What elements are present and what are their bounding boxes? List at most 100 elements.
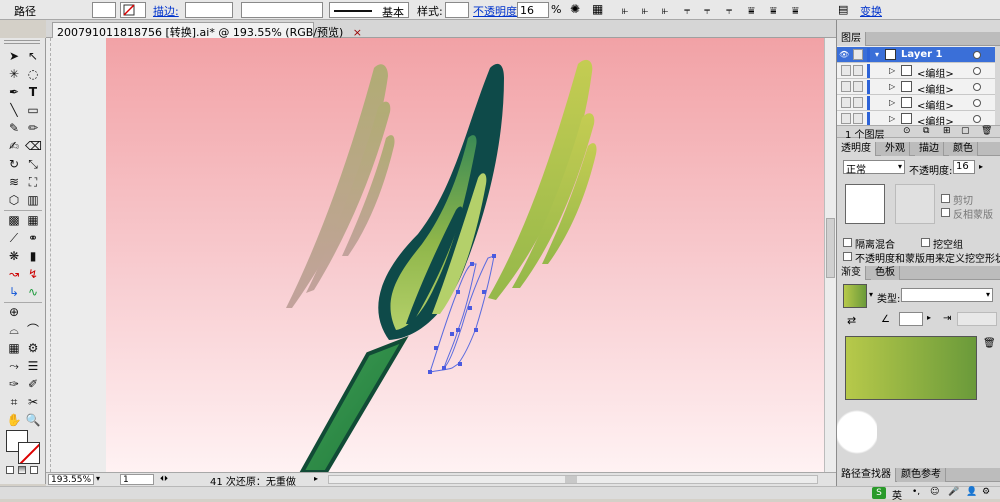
- leaf-left[interactable]: [286, 64, 395, 308]
- visibility-toggle[interactable]: [841, 65, 851, 76]
- wave-tool-icon[interactable]: ∿: [25, 284, 41, 300]
- expand-triangle-icon[interactable]: ▾: [875, 50, 879, 59]
- status-menu-icon[interactable]: ▸: [314, 474, 318, 483]
- graphic-style-dropdown[interactable]: [445, 2, 469, 18]
- target-circle-icon[interactable]: [973, 51, 981, 59]
- lock-toggle[interactable]: [853, 81, 863, 92]
- distribute-bottom-icon[interactable]: ⩸: [792, 4, 799, 18]
- clip-checkbox[interactable]: [941, 194, 950, 203]
- eyedropper-tool-icon[interactable]: ⟋: [6, 230, 22, 246]
- align-right-icon[interactable]: ⫦: [662, 4, 668, 18]
- magic-wand-tool-icon[interactable]: ✳: [6, 66, 22, 82]
- pencil-tool-icon[interactable]: ✏: [25, 120, 41, 136]
- gradient-preview-dropdown-icon[interactable]: ▾: [869, 290, 873, 299]
- artboard-tool-icon[interactable]: ↝: [6, 266, 22, 282]
- stem[interactable]: [299, 336, 409, 472]
- crop-tool-icon[interactable]: ⌗: [6, 394, 22, 410]
- tab-color[interactable]: 颜色: [949, 142, 978, 156]
- mesh-tool-icon[interactable]: ▩: [6, 212, 22, 228]
- object-thumbnail[interactable]: [845, 184, 885, 224]
- visibility-eye-icon[interactable]: 👁: [839, 50, 849, 59]
- ime-language-label[interactable]: 英: [892, 487, 902, 502]
- knockout-group-checkbox[interactable]: [921, 238, 930, 247]
- artboard[interactable]: [106, 38, 824, 472]
- tab-stroke[interactable]: 描边: [915, 142, 944, 156]
- stroke-weight-field[interactable]: [185, 2, 233, 18]
- envelope-tool-icon[interactable]: ⌓: [6, 322, 22, 338]
- leaf-center[interactable]: [378, 63, 504, 340]
- lock-toggle[interactable]: [853, 65, 863, 76]
- line-tool-icon[interactable]: ╲: [6, 102, 22, 118]
- layer-row-group-2[interactable]: ▷ <编组>: [837, 79, 995, 96]
- tab-color-guide[interactable]: 颜色参考: [897, 468, 946, 482]
- gradient-type-dropdown[interactable]: ▾: [901, 288, 993, 302]
- layer-row-layer1[interactable]: 👁 ▾ Layer 1: [837, 47, 995, 63]
- ime-punct-icon[interactable]: •,: [912, 487, 920, 497]
- blend-mode-dropdown[interactable]: 正常 ▾: [843, 160, 905, 176]
- vertical-scroll-thumb[interactable]: [826, 218, 835, 278]
- stroke-color-swatch[interactable]: [120, 2, 146, 18]
- tab-appearance[interactable]: 外观: [881, 142, 910, 156]
- ime-menu-icon[interactable]: ⚙: [982, 487, 990, 497]
- layer-row-group-1[interactable]: ▷ <编组>: [837, 63, 995, 80]
- invert-mask-checkbox[interactable]: [941, 208, 950, 217]
- shape-builder-tool-icon[interactable]: ⬡: [6, 192, 22, 208]
- gradient-aspect-input[interactable]: [957, 312, 997, 326]
- transparency-opacity-input[interactable]: 16: [953, 160, 975, 174]
- new-sublayer-icon[interactable]: ⊞: [943, 126, 951, 136]
- vertical-scrollbar[interactable]: [824, 38, 836, 472]
- zoom-tool-icon[interactable]: 🔍: [25, 412, 41, 428]
- hand-path-tool-icon[interactable]: ↳: [6, 284, 22, 300]
- pen-tool-icon[interactable]: ✒: [6, 84, 22, 100]
- gradient-preview-swatch[interactable]: [843, 284, 867, 308]
- wrinkle-tool-icon[interactable]: ⚙: [25, 340, 41, 356]
- measure-tool-icon[interactable]: ✐: [25, 376, 41, 392]
- rectangle-tool-icon[interactable]: ▭: [25, 102, 41, 118]
- make-clipping-mask-icon[interactable]: ⧉: [923, 126, 929, 136]
- tools-grip[interactable]: [4, 40, 40, 44]
- visibility-toggle[interactable]: [841, 81, 851, 92]
- column-graph-tool-icon[interactable]: ▮: [25, 248, 41, 264]
- lock-toggle[interactable]: [853, 97, 863, 108]
- target-circle-icon[interactable]: [973, 67, 981, 75]
- visibility-toggle[interactable]: [841, 113, 851, 124]
- lock-toggle[interactable]: [853, 49, 863, 60]
- warp-tool-icon[interactable]: ≋: [6, 174, 22, 190]
- delete-layer-icon[interactable]: 🗑: [981, 126, 992, 136]
- layer-row-group-3[interactable]: ▷ <编组>: [837, 95, 995, 112]
- tab-swatches[interactable]: 色板: [871, 266, 900, 280]
- ime-user-icon[interactable]: 👤: [966, 487, 977, 497]
- align-hcenter-icon[interactable]: ⫦: [642, 4, 648, 18]
- gradient-reverse-icon[interactable]: ⇄: [847, 314, 856, 327]
- gradient-angle-input[interactable]: [899, 312, 923, 326]
- paintbrush-tool-icon[interactable]: ✎: [6, 120, 22, 136]
- graph-tool-icon[interactable]: ⤳: [6, 358, 22, 374]
- direct-selection-tool-icon[interactable]: ↖: [25, 48, 41, 64]
- leaf-right[interactable]: [488, 59, 597, 301]
- layers-scrollbar[interactable]: [995, 46, 1000, 128]
- ime-logo-icon[interactable]: S: [872, 487, 886, 499]
- ime-emoji-icon[interactable]: ☺: [930, 487, 939, 497]
- tab-transparency[interactable]: 透明度: [837, 142, 876, 156]
- gradient-tool-icon[interactable]: ▦: [25, 212, 41, 228]
- layers-tab[interactable]: 图层: [837, 32, 866, 46]
- list-tool-icon[interactable]: ☰: [25, 358, 41, 374]
- stroke-swatch[interactable]: [18, 442, 40, 464]
- lock-toggle[interactable]: [853, 113, 863, 124]
- tab-gradient[interactable]: 渐变: [837, 266, 866, 280]
- perspective-grid-tool-icon[interactable]: ▥: [25, 192, 41, 208]
- horizontal-scrollbar[interactable]: [328, 475, 818, 484]
- distribute-top-icon[interactable]: ⩸: [748, 4, 755, 18]
- symbol-sprayer-tool-icon[interactable]: ❋: [6, 248, 22, 264]
- free-transform-tool-icon[interactable]: ⛶: [25, 174, 41, 190]
- new-layer-icon[interactable]: ▢: [961, 126, 970, 136]
- transform-link[interactable]: 变换: [860, 3, 882, 19]
- eraser-tool-icon[interactable]: ⌫: [25, 138, 42, 154]
- align-left-icon[interactable]: ⫦: [622, 4, 628, 18]
- target-circle-icon[interactable]: [973, 99, 981, 107]
- selection-tool-icon[interactable]: ➤: [6, 48, 22, 64]
- rotate-tool-icon[interactable]: ↻: [6, 156, 22, 172]
- knife-tool-icon[interactable]: ✂: [25, 394, 41, 410]
- align-panel-icon[interactable]: ▤: [838, 3, 848, 16]
- align-bottom-icon[interactable]: ⫧: [726, 4, 732, 18]
